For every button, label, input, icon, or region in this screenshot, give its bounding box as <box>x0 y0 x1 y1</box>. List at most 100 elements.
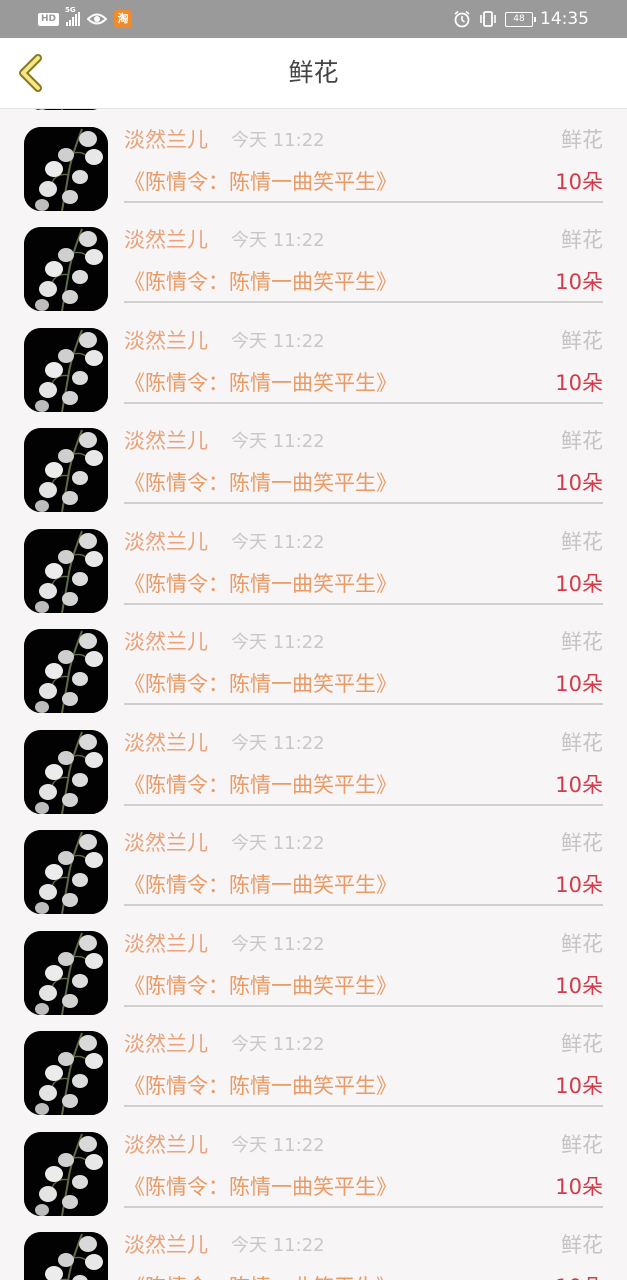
lily-of-the-valley-image <box>24 930 108 1015</box>
sender-name: 淡然兰儿 <box>124 630 208 654</box>
timestamp: 今天 11:22 <box>231 531 325 553</box>
taobao-app-icon: 淘 <box>114 10 133 28</box>
avatar <box>24 1232 108 1280</box>
divider <box>124 200 603 203</box>
gift-type: 鲜花 <box>561 630 603 654</box>
book-title[interactable]: 《陈情令：陈情一曲笑平生》 <box>124 671 397 697</box>
gift-count: 10朵 <box>555 1274 603 1280</box>
list-item[interactable]: 淡然兰儿 今天 11:22 鲜花 《陈情令：陈情一曲笑平生》 10朵 <box>0 1124 627 1225</box>
gift-count: 10朵 <box>555 571 603 596</box>
list-item[interactable]: 淡然兰儿 今天 11:22 鲜花 《陈情令：陈情一曲笑平生》 10朵 <box>0 1023 627 1124</box>
divider <box>124 803 603 806</box>
book-title[interactable]: 《陈情令：陈情一曲笑平生》 <box>124 269 397 295</box>
eye-icon <box>87 13 108 25</box>
book-title[interactable]: 《陈情令：陈情一曲笑平生》 <box>124 470 397 496</box>
gift-count: 10朵 <box>555 370 603 395</box>
avatar <box>24 629 108 713</box>
avatar <box>24 528 108 613</box>
divider <box>124 602 603 605</box>
book-title[interactable]: 《陈情令：陈情一曲笑平生》 <box>124 370 397 396</box>
timestamp: 今天 11:22 <box>231 632 325 653</box>
gift-count: 10朵 <box>555 873 603 897</box>
book-title[interactable]: 《陈情令：陈情一曲笑平生》 <box>124 772 397 798</box>
list-item[interactable]: 淡然兰儿 今天 11:22 鲜花 《陈情令：陈情一曲笑平生》 10朵 <box>0 420 627 521</box>
avatar <box>24 729 108 814</box>
alarm-icon <box>454 10 470 28</box>
divider <box>124 401 603 404</box>
list-item[interactable]: 淡然兰儿 今天 11:22 鲜花 《陈情令：陈情一曲笑平生》 10朵 <box>0 119 627 220</box>
gift-type: 鲜花 <box>561 529 603 554</box>
gift-count: 10朵 <box>555 672 603 696</box>
gift-type: 鲜花 <box>561 228 603 252</box>
book-title[interactable]: 《陈情令：陈情一曲笑平生》 <box>124 1073 397 1099</box>
divider <box>124 301 603 303</box>
divider <box>124 1205 603 1208</box>
list-item[interactable]: 淡然兰儿 今天 11:22 鲜花 《陈情令：陈情一曲笑平生》 10朵 <box>0 219 627 320</box>
avatar <box>24 327 108 412</box>
avatar <box>24 227 108 311</box>
lily-of-the-valley-image <box>24 428 108 512</box>
status-bar: HD 5G 淘 48 14:35 <box>0 0 627 38</box>
avatar <box>24 1031 108 1115</box>
book-title[interactable]: 《陈情令：陈情一曲笑平生》 <box>124 1274 397 1280</box>
lily-of-the-valley-image <box>24 528 108 613</box>
timestamp: 今天 11:22 <box>231 330 325 352</box>
lily-of-the-valley-image <box>24 227 108 311</box>
clock: 14:35 <box>540 9 589 29</box>
network-type: 5G <box>65 6 76 14</box>
timestamp: 今天 11:22 <box>231 833 325 854</box>
divider <box>124 904 603 906</box>
sender-name: 淡然兰儿 <box>124 429 208 453</box>
sender-name: 淡然兰儿 <box>124 831 208 855</box>
page-title: 鲜花 <box>288 58 339 87</box>
list-item[interactable]: 淡然兰儿 今天 11:22 鲜花 《陈情令：陈情一曲笑平生》 10朵 <box>0 923 627 1024</box>
gift-count: 10朵 <box>555 1074 603 1098</box>
sender-name: 淡然兰儿 <box>124 730 208 755</box>
book-title[interactable]: 《陈情令：陈情一曲笑平生》 <box>124 1174 397 1200</box>
book-title[interactable]: 《陈情令：陈情一曲笑平生》 <box>124 872 397 898</box>
lily-of-the-valley-image <box>24 126 108 211</box>
gift-type: 鲜花 <box>561 1132 603 1157</box>
divider <box>124 502 603 504</box>
gift-count: 10朵 <box>555 471 603 495</box>
lily-of-the-valley-image <box>24 1031 108 1115</box>
divider <box>124 1105 603 1107</box>
book-title[interactable]: 《陈情令：陈情一曲笑平生》 <box>124 169 397 195</box>
lily-of-the-valley-image <box>24 830 108 914</box>
timestamp: 今天 11:22 <box>231 1134 325 1156</box>
list-item[interactable]: 淡然兰儿 今天 11:22 鲜花 《陈情令：陈情一曲笑平生》 10朵 <box>0 521 627 622</box>
avatar <box>24 428 108 512</box>
sender-name: 淡然兰儿 <box>124 1032 208 1056</box>
sender-name: 淡然兰儿 <box>124 328 208 353</box>
list-item[interactable]: 淡然兰儿 今天 11:22 鲜花 《陈情令：陈情一曲笑平生》 10朵 <box>0 822 627 923</box>
avatar <box>24 126 108 211</box>
list-item[interactable]: 淡然兰儿 今天 11:22 鲜花 《陈情令：陈情一曲笑平生》 10朵 <box>0 621 627 722</box>
book-title[interactable]: 《陈情令：陈情一曲笑平生》 <box>124 571 397 597</box>
gift-type: 鲜花 <box>561 831 603 855</box>
list-content: 淡然兰儿 今天 11:22 鲜花 《陈情令：陈情一曲笑平生》 10朵 淡然兰儿 <box>0 109 627 1280</box>
gift-type: 鲜花 <box>561 328 603 353</box>
gift-count: 10朵 <box>555 169 603 194</box>
gift-type: 鲜花 <box>561 1032 603 1056</box>
book-title[interactable]: 《陈情令：陈情一曲笑平生》 <box>124 973 397 999</box>
sender-name: 淡然兰儿 <box>124 529 208 554</box>
list-item[interactable]: 淡然兰儿 今天 11:22 鲜花 《陈情令：陈情一曲笑平生》 10朵 <box>0 109 627 119</box>
divider <box>124 703 603 705</box>
avatar <box>24 109 108 110</box>
divider <box>124 1004 603 1007</box>
sender-name: 淡然兰儿 <box>124 1233 208 1257</box>
battery-icon: 48 <box>505 11 536 27</box>
sender-name: 淡然兰儿 <box>124 931 208 956</box>
gift-count: 10朵 <box>555 772 603 797</box>
flower-gift-list[interactable]: 淡然兰儿 今天 11:22 鲜花 《陈情令：陈情一曲笑平生》 10朵 淡然兰儿 <box>0 109 627 1280</box>
timestamp: 今天 11:22 <box>231 732 325 754</box>
gift-type: 鲜花 <box>561 1233 603 1257</box>
list-item[interactable]: 淡然兰儿 今天 11:22 鲜花 《陈情令：陈情一曲笑平生》 10朵 <box>0 320 627 421</box>
list-item[interactable]: 淡然兰儿 今天 11:22 鲜花 《陈情令：陈情一曲笑平生》 10朵 <box>0 722 627 823</box>
gift-type: 鲜花 <box>561 429 603 453</box>
lily-of-the-valley-image <box>24 109 108 110</box>
gift-count: 10朵 <box>555 1174 603 1199</box>
gift-count: 10朵 <box>555 270 603 294</box>
timestamp: 今天 11:22 <box>231 933 325 955</box>
list-item[interactable]: 淡然兰儿 今天 11:22 鲜花 《陈情令：陈情一曲笑平生》 10朵 <box>0 1224 627 1280</box>
